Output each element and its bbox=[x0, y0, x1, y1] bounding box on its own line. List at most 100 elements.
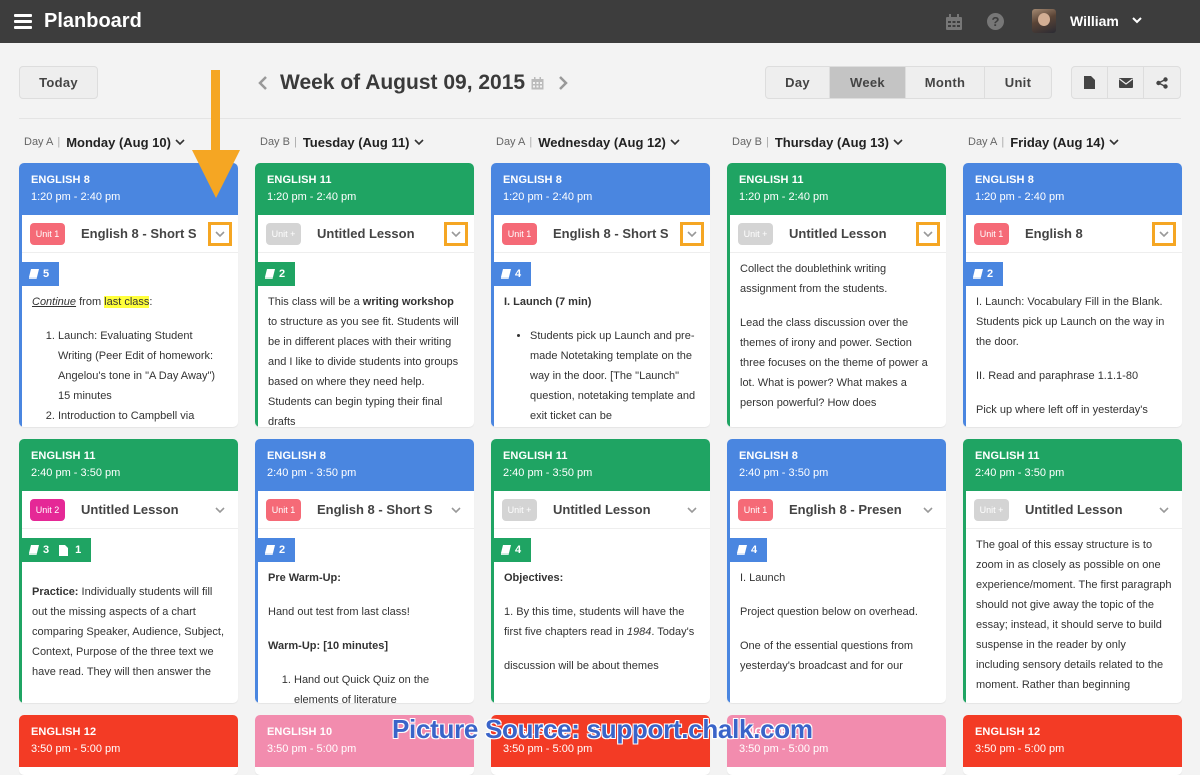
class-card[interactable]: ENGLISH 8 1:20 pm - 2:40 pm Unit 1 English … bbox=[963, 163, 1182, 427]
lesson-text[interactable]: This class will be a writing workshop to… bbox=[258, 286, 474, 427]
lesson-menu-button[interactable] bbox=[208, 498, 232, 522]
resource-counts[interactable]: 2 bbox=[255, 262, 296, 286]
lesson-title[interactable]: English 8 - Short S bbox=[81, 226, 196, 241]
class-time: 2:40 pm - 3:50 pm bbox=[267, 467, 357, 479]
email-button[interactable] bbox=[1108, 67, 1144, 98]
day-header[interactable]: Day A | Friday (Aug 14) bbox=[968, 130, 1182, 154]
unit-badge[interactable]: Unit 1 bbox=[738, 498, 773, 521]
class-header[interactable]: ENGLISH 11 2:40 pm - 3:50 pm bbox=[963, 439, 1182, 491]
class-header[interactable]: ENGLISH 12 3:50 pm - 5:00 pm bbox=[19, 715, 238, 767]
class-card[interactable]: ENGLISH 12 3:50 pm - 5:00 pm bbox=[963, 715, 1182, 775]
class-card[interactable]: ENGLISH 11 2:40 pm - 3:50 pm Unit 2 Untitle… bbox=[19, 439, 238, 703]
document-button[interactable] bbox=[1072, 67, 1108, 98]
lesson-title[interactable]: English 8 bbox=[1025, 226, 1140, 241]
bold-text: Practice: bbox=[32, 586, 79, 598]
today-button[interactable]: Today bbox=[19, 66, 98, 99]
calendar-icon[interactable] bbox=[531, 76, 544, 90]
view-unit-button[interactable]: Unit bbox=[985, 67, 1051, 98]
lesson-title[interactable]: Untitled Lesson bbox=[81, 502, 196, 517]
class-card[interactable]: ENGLISH 11 1:20 pm - 2:40 pm Unit + Untitle… bbox=[727, 163, 946, 427]
class-header[interactable]: ENGLISH 12 3:50 pm - 5:00 pm bbox=[963, 715, 1182, 767]
resource-counts[interactable]: 4 bbox=[727, 538, 768, 562]
day-header[interactable]: Day B | Thursday (Aug 13) bbox=[732, 130, 946, 154]
class-time: 1:20 pm - 2:40 pm bbox=[975, 191, 1065, 203]
unit-badge[interactable]: Unit 2 bbox=[30, 498, 65, 521]
resource-counts[interactable]: 4 bbox=[491, 538, 532, 562]
class-header[interactable]: ENGLISH 11 2:40 pm - 3:50 pm bbox=[19, 439, 238, 491]
unit-badge[interactable]: Unit + bbox=[266, 222, 301, 245]
lesson-menu-button[interactable] bbox=[1152, 222, 1176, 246]
unit-badge[interactable]: Unit 1 bbox=[974, 222, 1009, 245]
lesson-text[interactable]: Collect the doublethink writing assignme… bbox=[730, 253, 946, 413]
class-card[interactable]: ENGLISH 8 2:40 pm - 3:50 pm Unit 1 English … bbox=[727, 439, 946, 703]
view-day-button[interactable]: Day bbox=[766, 67, 830, 98]
unit-badge[interactable]: Unit 1 bbox=[266, 498, 301, 521]
chevron-down-icon[interactable] bbox=[413, 138, 424, 146]
resource-counts[interactable]: 31 bbox=[19, 538, 92, 562]
class-header[interactable]: ENGLISH 11 1:20 pm - 2:40 pm bbox=[255, 163, 474, 215]
chevron-right-icon[interactable] bbox=[556, 74, 570, 92]
lesson-text[interactable]: Objectives: 1. By this time, students wil… bbox=[494, 562, 710, 676]
lesson-menu-button[interactable] bbox=[1152, 498, 1176, 522]
calendar-icon[interactable] bbox=[945, 14, 963, 31]
lesson-text[interactable]: Pre Warm-Up: Hand out test from last clas… bbox=[258, 562, 474, 703]
lesson-text[interactable]: Continue from last class: Launch: Evaluat… bbox=[22, 286, 238, 426]
class-header[interactable]: ENGLISH 8 1:20 pm - 2:40 pm bbox=[491, 163, 710, 215]
lesson-text[interactable]: I. Launch: Vocabulary Fill in the Blank.… bbox=[966, 286, 1182, 420]
day-header[interactable]: Day B | Tuesday (Aug 11) bbox=[260, 130, 474, 154]
user-name[interactable]: William bbox=[1070, 13, 1119, 29]
lesson-menu-button[interactable] bbox=[208, 222, 232, 246]
class-header[interactable]: ENGLISH 8 2:40 pm - 3:50 pm bbox=[727, 439, 946, 491]
lesson-title[interactable]: English 8 - Short S bbox=[553, 226, 668, 241]
lesson-menu-button[interactable] bbox=[444, 498, 468, 522]
day-header[interactable]: Day A | Wednesday (Aug 12) bbox=[496, 130, 710, 154]
chevron-left-icon[interactable] bbox=[256, 74, 270, 92]
lesson-text[interactable]: I. Launch (7 min) Students pick up Launch… bbox=[494, 286, 710, 426]
resource-counts[interactable]: 5 bbox=[19, 262, 60, 286]
share-button[interactable] bbox=[1144, 67, 1180, 98]
class-card[interactable]: ENGLISH 11 1:20 pm - 2:40 pm Unit + Untitle… bbox=[255, 163, 474, 427]
avatar[interactable] bbox=[1032, 9, 1056, 33]
menu-icon[interactable] bbox=[14, 14, 32, 29]
lesson-title[interactable]: Untitled Lesson bbox=[553, 502, 668, 517]
unit-badge[interactable]: Unit + bbox=[502, 498, 537, 521]
class-header[interactable]: ENGLISH 8 1:20 pm - 2:40 pm bbox=[963, 163, 1182, 215]
unit-badge[interactable]: Unit + bbox=[738, 222, 773, 245]
chevron-down-icon[interactable] bbox=[175, 138, 185, 146]
chevron-down-icon[interactable] bbox=[1131, 14, 1143, 26]
chevron-down-icon[interactable] bbox=[670, 138, 680, 146]
lesson-title[interactable]: Untitled Lesson bbox=[1025, 502, 1140, 517]
unit-badge[interactable]: Unit 1 bbox=[30, 222, 65, 245]
class-header[interactable]: ENGLISH 11 1:20 pm - 2:40 pm bbox=[727, 163, 946, 215]
class-card[interactable]: ENGLISH 8 1:20 pm - 2:40 pm Unit 1 English … bbox=[491, 163, 710, 427]
view-month-button[interactable]: Month bbox=[906, 67, 985, 98]
class-card[interactable]: ENGLISH 11 2:40 pm - 3:50 pm Unit + Untitle… bbox=[963, 439, 1182, 703]
resource-counts[interactable]: 4 bbox=[491, 262, 532, 286]
lesson-menu-button[interactable] bbox=[916, 498, 940, 522]
lesson-text[interactable]: I. Launch Project question below on overh… bbox=[730, 562, 946, 676]
lesson-menu-button[interactable] bbox=[680, 498, 704, 522]
class-card[interactable]: ENGLISH 8 2:40 pm - 3:50 pm Unit 1 English … bbox=[255, 439, 474, 703]
lesson-title[interactable]: Untitled Lesson bbox=[789, 226, 904, 241]
resource-counts[interactable]: 2 bbox=[255, 538, 296, 562]
lesson-text[interactable]: Practice: Individually students will fil… bbox=[22, 562, 238, 682]
lesson-title[interactable]: Untitled Lesson bbox=[317, 226, 432, 241]
unit-badge[interactable]: Unit + bbox=[974, 498, 1009, 521]
view-week-button[interactable]: Week bbox=[830, 67, 906, 98]
unit-badge[interactable]: Unit 1 bbox=[502, 222, 537, 245]
lesson-title[interactable]: English 8 - Presen bbox=[789, 502, 904, 517]
class-card[interactable]: ENGLISH 12 3:50 pm - 5:00 pm bbox=[19, 715, 238, 775]
class-header[interactable]: ENGLISH 8 2:40 pm - 3:50 pm bbox=[255, 439, 474, 491]
lesson-menu-button[interactable] bbox=[680, 222, 704, 246]
chevron-down-icon[interactable] bbox=[1109, 138, 1119, 146]
class-card[interactable]: ENGLISH 11 2:40 pm - 3:50 pm Unit + Untitle… bbox=[491, 439, 710, 703]
lesson-title[interactable]: English 8 - Short S bbox=[317, 502, 432, 517]
class-header[interactable]: ENGLISH 11 2:40 pm - 3:50 pm bbox=[491, 439, 710, 491]
lesson-menu-button[interactable] bbox=[444, 222, 468, 246]
lesson-menu-button[interactable] bbox=[916, 222, 940, 246]
resource-counts[interactable]: 2 bbox=[963, 262, 1004, 286]
help-icon[interactable]: ? bbox=[987, 13, 1004, 30]
lesson-text[interactable]: The goal of this essay structure is to z… bbox=[966, 529, 1182, 695]
chevron-down-icon[interactable] bbox=[893, 138, 903, 146]
class-card[interactable]: ENGLISH 8 1:20 pm - 2:40 pm Unit 1 English … bbox=[19, 163, 238, 427]
